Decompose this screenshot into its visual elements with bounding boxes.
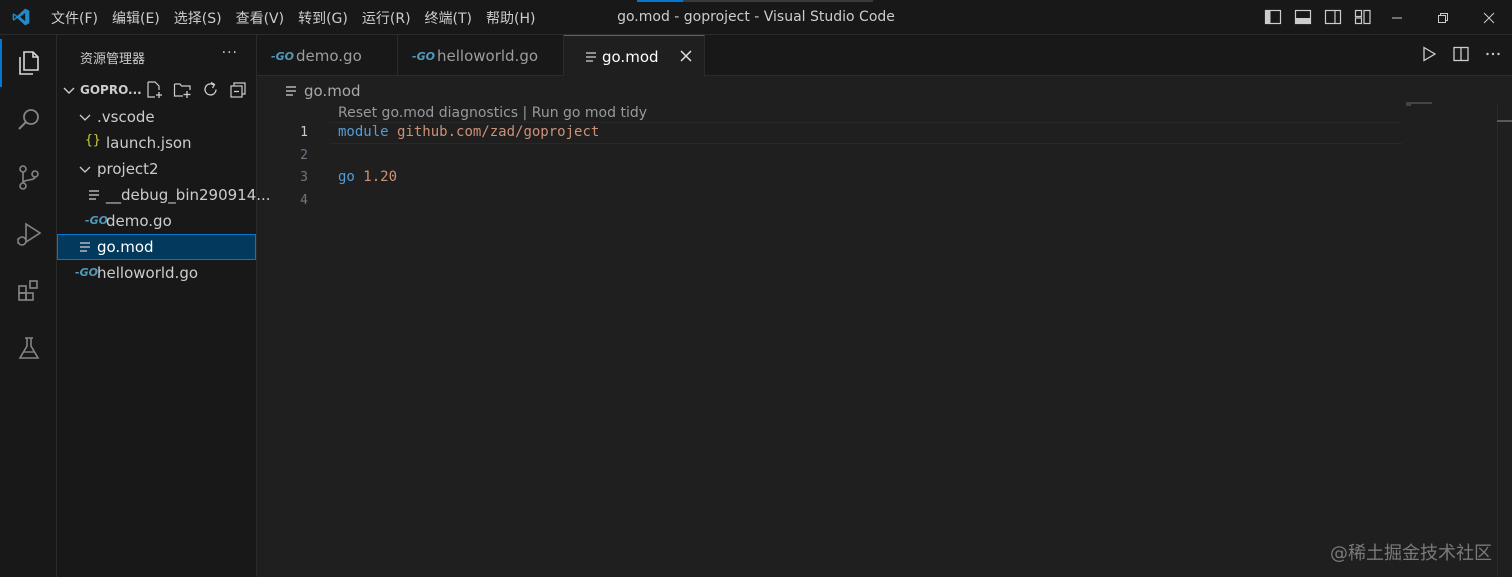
toggle-primary-sidebar-icon[interactable]	[1264, 8, 1282, 26]
tab-label: go.mod	[602, 48, 659, 66]
explorer-actions	[145, 80, 248, 99]
extensions-icon[interactable]	[0, 267, 57, 315]
title-bar: 文件(F) 编辑(E) 选择(S) 查看(V) 转到(G) 运行(R) 终端(T…	[0, 0, 1512, 35]
code-keyword: go	[338, 169, 355, 185]
line-number: 2	[300, 148, 308, 163]
minimap[interactable]	[1406, 102, 1432, 106]
tree-label: .vscode	[97, 108, 155, 126]
tab-demo-go[interactable]: -GO demo.go	[257, 35, 398, 76]
tree-label: launch.json	[106, 134, 192, 152]
testing-icon[interactable]	[0, 324, 57, 372]
run-debug-icon[interactable]	[0, 210, 57, 258]
menu-edit[interactable]: 编辑(E)	[105, 8, 167, 28]
line-number: 4	[300, 193, 308, 208]
restore-icon[interactable]	[1420, 0, 1466, 35]
tree-file-helloworld-go[interactable]: -GO helloworld.go	[57, 260, 256, 286]
tab-label: demo.go	[296, 47, 362, 65]
close-tab-icon[interactable]	[678, 48, 694, 64]
explorer-icon[interactable]	[0, 39, 57, 87]
menu-selection[interactable]: 选择(S)	[167, 8, 229, 28]
workspace-section-header[interactable]: GOPRO...	[57, 79, 256, 101]
tree-file-demo-go[interactable]: -GO demo.go	[57, 208, 256, 234]
tree-label: __debug_bin290914...	[106, 186, 271, 204]
tree-file-debug-bin[interactable]: __debug_bin290914...	[57, 182, 271, 208]
breadcrumb[interactable]: go.mod	[284, 81, 361, 101]
explorer-title: 资源管理器	[80, 52, 146, 67]
search-icon[interactable]	[0, 96, 57, 144]
close-window-icon[interactable]	[1466, 0, 1512, 35]
code-keyword: module	[338, 124, 389, 140]
tab-helloworld-go[interactable]: -GO helloworld.go	[398, 35, 564, 76]
vertical-scrollbar[interactable]	[1497, 104, 1512, 577]
tree-label: helloworld.go	[97, 264, 199, 282]
text-file-icon	[80, 242, 90, 252]
scrollbar-cursor-marker	[1497, 120, 1512, 122]
go-file-icon: -GO	[412, 50, 435, 63]
breadcrumb-file: go.mod	[304, 82, 361, 100]
text-file-icon	[586, 52, 596, 62]
codelens-actions[interactable]: Reset go.mod diagnostics | Run go mod ti…	[338, 105, 647, 121]
chevron-down-icon	[79, 114, 91, 121]
toggle-panel-icon[interactable]	[1294, 8, 1312, 26]
editor-actions	[1420, 45, 1512, 63]
editor-tab-bar: -GO demo.go -GO helloworld.go go.mod	[257, 35, 1512, 77]
chevron-down-icon	[63, 87, 75, 94]
layout-controls	[1264, 8, 1372, 26]
menu-run[interactable]: 运行(R)	[355, 8, 418, 28]
tab-go-mod[interactable]: go.mod	[564, 35, 705, 77]
menu-bar: 文件(F) 编辑(E) 选择(S) 查看(V) 转到(G) 运行(R) 终端(T…	[44, 0, 542, 35]
text-file-icon	[89, 190, 99, 200]
tree-label: demo.go	[106, 212, 172, 230]
code-version: 1.20	[363, 169, 398, 185]
activity-bar	[0, 35, 57, 577]
explorer-sidebar: 资源管理器 ··· GOPRO... .vscode {} launch.jso…	[57, 35, 271, 577]
window-controls	[1374, 0, 1512, 35]
tree-folder-vscode[interactable]: .vscode	[57, 104, 256, 130]
menu-terminal[interactable]: 终端(T)	[418, 8, 479, 28]
new-file-icon[interactable]	[145, 80, 164, 99]
text-file-icon	[286, 86, 296, 96]
menu-file[interactable]: 文件(F)	[44, 8, 105, 28]
toggle-secondary-sidebar-icon[interactable]	[1324, 8, 1342, 26]
collapse-all-icon[interactable]	[229, 80, 248, 99]
line-number: 1	[300, 125, 308, 140]
tree-label: go.mod	[97, 238, 154, 256]
go-file-icon: -GO	[75, 266, 98, 279]
watermark: @稀土掘金技术社区	[1330, 543, 1492, 564]
go-file-icon: -GO	[85, 214, 108, 227]
menu-help[interactable]: 帮助(H)	[479, 8, 542, 28]
minimize-icon[interactable]	[1374, 0, 1420, 35]
json-file-icon: {}	[85, 133, 101, 148]
command-center-indicator	[637, 0, 873, 2]
go-file-icon: -GO	[271, 50, 294, 63]
code-line-3[interactable]: go 1.20	[338, 169, 397, 185]
code-module-path: github.com/zad/goproject	[397, 124, 600, 140]
line-number: 3	[300, 170, 308, 185]
source-control-icon[interactable]	[0, 153, 57, 201]
refresh-icon[interactable]	[201, 80, 220, 99]
run-icon[interactable]	[1420, 45, 1438, 63]
tree-label: project2	[97, 160, 159, 178]
more-actions-icon[interactable]: ···	[222, 45, 238, 61]
new-folder-icon[interactable]	[173, 80, 192, 99]
tree-file-go-mod[interactable]: go.mod	[57, 234, 256, 260]
tree-folder-project2[interactable]: project2	[57, 156, 256, 182]
code-line-1[interactable]: module github.com/zad/goproject	[338, 124, 599, 140]
workspace-name: GOPRO...	[80, 83, 142, 97]
tab-label: helloworld.go	[437, 47, 539, 65]
menu-view[interactable]: 查看(V)	[229, 8, 292, 28]
chevron-down-icon	[79, 166, 91, 173]
more-actions-icon[interactable]	[1484, 45, 1502, 63]
customize-layout-icon[interactable]	[1354, 8, 1372, 26]
vscode-logo-icon	[12, 8, 30, 26]
tree-file-launch-json[interactable]: {} launch.json	[57, 130, 256, 156]
menu-go[interactable]: 转到(G)	[291, 8, 355, 28]
split-editor-icon[interactable]	[1452, 45, 1470, 63]
